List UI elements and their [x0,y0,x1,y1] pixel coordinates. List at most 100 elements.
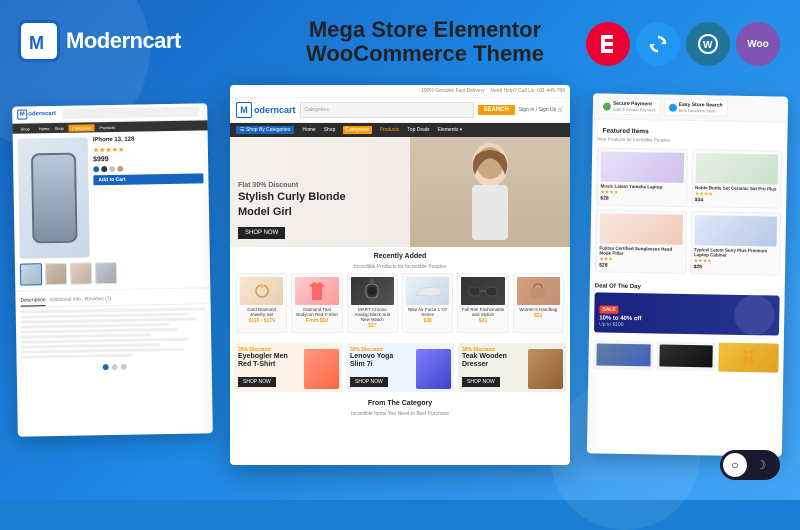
rm-prod-4-name: Typical Latest Sony Plus Premium Laptop … [694,247,777,258]
rm-product-1: Music Latest Yamaha Laptop ★★★★ $28 [596,147,687,207]
p-price-jewelry: $116 - $179 [240,318,283,324]
lm-description-tabs: Description Additional info Reviews (7) [20,292,205,307]
cm-nav: ☰ Shop By Categories Home Shop Categorie… [230,123,570,137]
rm-payment-icon [603,102,611,110]
p-name-bag: Women's Handbag [517,307,560,312]
brand-logo-area: M Moderncart [18,20,181,62]
cm-search-bar[interactable]: Categories [300,102,474,118]
cm-top-bar: 100% Genuine Fast Delivery Need Help? Ca… [230,85,570,98]
rm-deal-banner: SALE 10% to 40% off Up to $100 [594,292,780,335]
rm-prod-2-price: $34 [695,197,778,204]
p-name-watch: MART Chrono Analog Black Suit New Watch [351,307,394,322]
rm-prod-3-price: $28 [599,262,682,269]
rm-category-items [593,340,778,372]
lm-product-area: iPhone 13, 128 ★★★★★ $999 Add to Cart [13,130,210,263]
promo-2-cta[interactable]: SHOP NOW [350,377,388,387]
lm-search-bar [62,106,199,118]
svg-text:M: M [29,33,44,53]
cm-hero-section: Flat 30% Discount Stylish Curly Blonde M… [230,137,570,247]
cm-from-subtitle: Incredible Items You Need to Best Purcha… [234,411,566,417]
rm-badges-row: Secure Payment Safe & Secure Payment Eas… [593,93,788,122]
lm-tab-reviews[interactable]: Reviews (7) [85,294,112,305]
cm-sign-in[interactable]: Sign In / Sign Up 🛒 [519,107,564,113]
product-img-shirt [295,277,338,305]
promo-1-image [304,349,339,389]
woocommerce-icon: Woo [736,22,780,66]
lm-nav-item-2: Home [39,126,50,131]
promo-3-cta[interactable]: SHOP NOW [462,377,500,387]
rm-prod-4-img [694,215,777,246]
cm-promo-row: 35% Discount Eyebogler MenRed T-Shirt SH… [230,339,570,396]
product-img-sneaker [406,277,449,305]
cm-nav-categories-badge[interactable]: Categories [343,126,371,134]
promo-card-2: 30% Discount Lenovo YogaSlim 7i SHOP NOW [346,343,454,392]
lm-thumb-2[interactable] [45,263,67,285]
cm-hero-cta[interactable]: SHOP NOW [238,227,285,239]
cm-nav-shop[interactable]: Shop [324,127,336,133]
cm-nav-categories[interactable]: ☰ Shop By Categories [236,126,294,134]
cm-from-title: From The Category [234,400,566,407]
cm-nav-top-deals[interactable]: Top Deals [407,127,429,133]
cm-free-delivery: 100% Genuine Fast Delivery [421,88,485,94]
product-img-watch [351,277,394,305]
rm-cat-earrings-display [722,346,776,369]
p-price-watch: $27 [351,323,394,329]
cm-products-row: Gold Diamond Jewelry Set $116 - $179 Dia… [236,273,564,333]
lm-thumb-1[interactable] [20,263,42,285]
rm-cat-img-2 [659,345,713,368]
cm-nav-products[interactable]: Products [380,127,400,133]
dark-mode-toggle[interactable]: ○ ☽ [720,450,780,480]
promo-2-image [416,349,451,389]
plugin-icons-row: W Woo [586,22,780,66]
light-mode-btn[interactable]: ○ [723,453,747,477]
main-title-area: Mega Store Elementor WooCommerce Theme [220,18,630,66]
p-name-sunglasses: Full Rim Fashionable and Stylish [461,307,504,317]
cm-search-button[interactable]: SEARCH [478,105,515,115]
phone-shape [30,153,77,244]
product-card-shirt: Diamond Teal Bodycon Red T-Shirt From $5… [291,273,342,333]
rm-payment-sub: Safe & Secure Payment [613,107,656,113]
lm-brand-name: oderncart [28,111,56,117]
cm-nav-elements[interactable]: Elements ▾ [438,127,463,133]
cm-from-category: From The Category Incredible Items You N… [230,396,570,421]
p-price-shirt: From $50 [295,318,338,324]
cm-logo: M oderncart [236,102,296,118]
lm-thumb-3[interactable] [70,262,92,284]
lm-tab-description[interactable]: Description [20,295,45,306]
brand-name: Moderncart [66,28,181,54]
lm-add-to-cart-btn[interactable]: Add to Cart [93,173,203,185]
color-dot-black [101,166,107,172]
right-featured-mockup: Secure Payment Safe & Secure Payment Eas… [587,93,788,456]
rm-cat-item-2 [656,341,716,371]
dark-mode-btn[interactable]: ☽ [749,453,773,477]
rm-prod-2-img [695,153,778,184]
promo-1-cta[interactable]: SHOP NOW [238,377,276,387]
lm-color-options [93,164,203,172]
center-store-mockup: 100% Genuine Fast Delivery Need Help? Ca… [230,85,570,465]
rm-category-section [588,336,784,376]
rm-deal-title: Deal Of The Day [595,283,780,292]
lm-product-price: $999 [93,154,203,163]
product-card-bag: Women's Handbag $21 [513,273,564,333]
lm-thumb-4[interactable] [95,262,117,284]
cm-header: M oderncart Categories SEARCH Sign In / … [230,98,570,123]
product-card-sneaker: Nike Air Force 1 '07 Series $38 [402,273,453,333]
p-price-sunglasses: $21 [461,318,504,324]
lm-tab-additional[interactable]: Additional info [49,295,81,307]
desc-line-10 [21,354,132,359]
main-title-line2: WooCommerce Theme [220,42,630,66]
rm-cat-item-earrings [719,343,779,373]
cm-helpline: Need Help? Call Us: 011-445-789 [490,88,565,94]
left-product-mockup: M oderncart Shop Home Shop Categories Pr… [12,103,213,436]
cm-search-placeholder: Categories [305,107,329,113]
desc-line-7 [21,338,188,344]
update-icon [636,22,680,66]
cm-hero-discount: Flat 30% Discount [238,182,346,189]
elementor-icon [586,22,630,66]
product-img-bag [517,277,560,305]
cm-recently-title: Recently Added [236,253,564,260]
lm-nav-item-products: Products [99,124,115,129]
cm-nav-home[interactable]: Home [302,127,315,133]
cm-hero-text: Flat 30% Discount Stylish Curly Blonde M… [238,182,346,239]
lm-product-stars: ★★★★★ [93,144,203,154]
